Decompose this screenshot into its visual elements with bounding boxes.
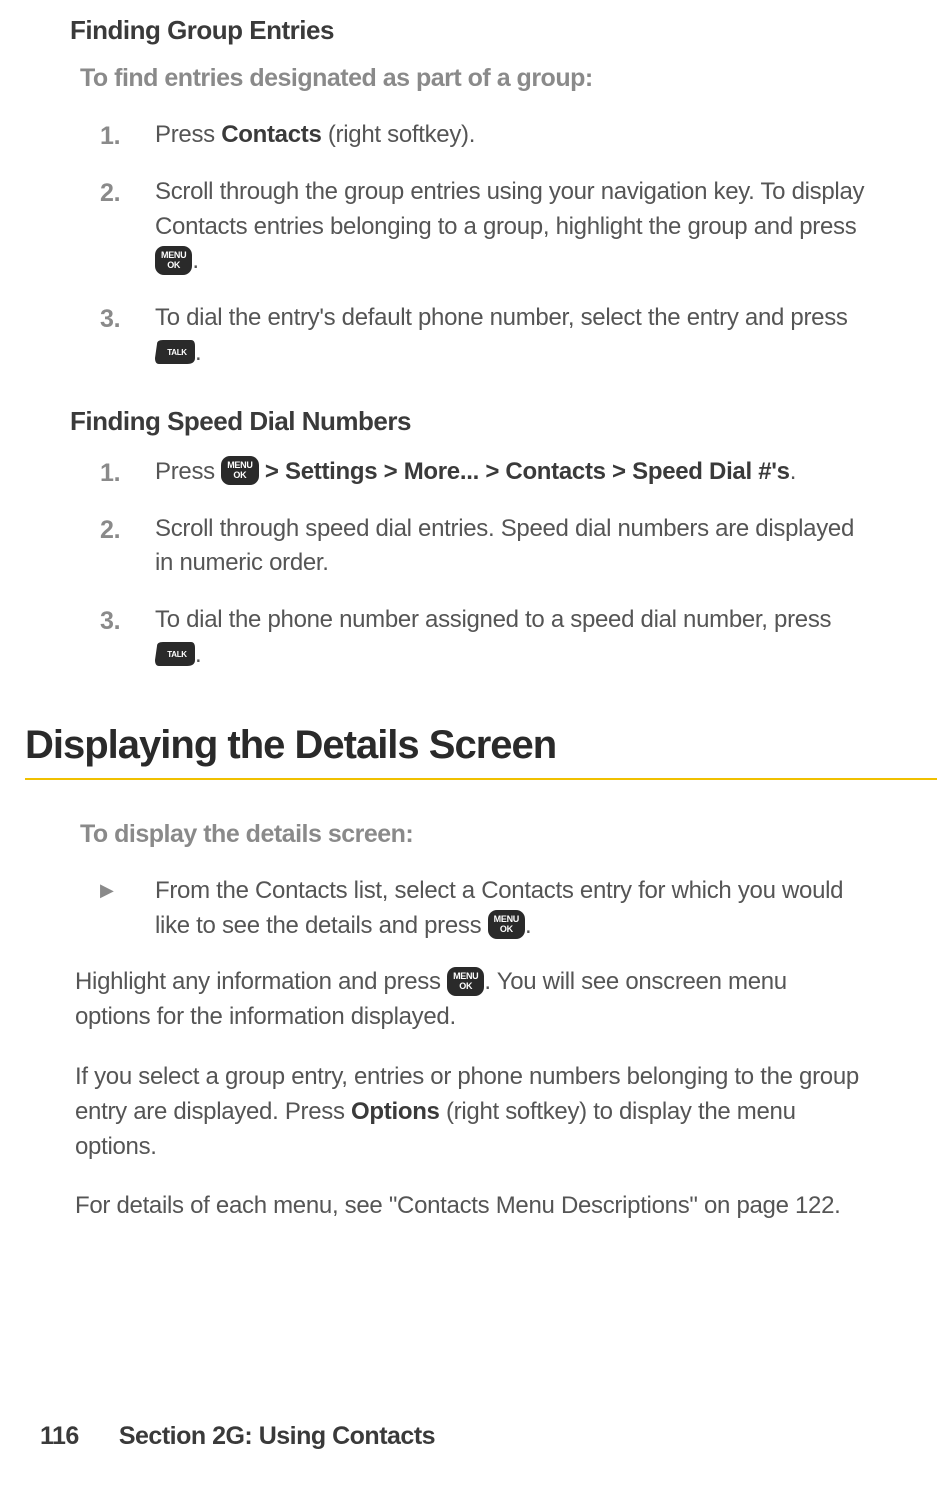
subsection-heading-speed-dial: Finding Speed Dial Numbers	[70, 406, 867, 437]
steps-group-entries: Press Contacts (right softkey). Scroll t…	[100, 118, 867, 371]
step-text: Scroll through the group entries using y…	[155, 178, 864, 240]
bullet-text: .	[525, 912, 531, 939]
footer: 116 Section 2G: Using Contacts	[40, 1422, 435, 1451]
step-item: Press MENUOK > Settings > More... > Cont…	[100, 455, 867, 490]
step-text: To dial the phone number assigned to a s…	[155, 606, 831, 633]
menu-ok-icon: MENUOK	[488, 910, 525, 939]
page-number: 116	[40, 1422, 79, 1450]
step-item: Press Contacts (right softkey).	[100, 118, 867, 153]
steps-speed-dial: Press MENUOK > Settings > More... > Cont…	[100, 455, 867, 673]
intro-text-displaying: To display the details screen:	[80, 820, 867, 849]
step-text: .	[195, 339, 201, 366]
para-text: For details of each menu, see "Contacts …	[75, 1192, 841, 1219]
step-text: .	[790, 458, 796, 485]
talk-icon: TALK	[155, 340, 195, 364]
step-text: Press	[155, 121, 221, 148]
heading-divider	[25, 778, 937, 780]
para-text: Highlight any information and press	[75, 968, 447, 995]
bullet-item: From the Contacts list, select a Contact…	[100, 874, 867, 944]
step-text: .	[195, 641, 201, 668]
step-bold: > Settings > More... > Contacts > Speed …	[265, 458, 790, 485]
menu-ok-icon: MENUOK	[155, 246, 192, 275]
svg-text:TALK: TALK	[167, 650, 187, 659]
step-text: To dial the entry's default phone number…	[155, 304, 848, 331]
step-text: (right softkey).	[322, 121, 476, 148]
menu-ok-icon: MENUOK	[447, 967, 484, 996]
menu-ok-icon: MENUOK	[221, 456, 258, 485]
main-heading-displaying: Displaying the Details Screen	[25, 723, 867, 768]
step-text: .	[192, 247, 198, 274]
svg-text:TALK: TALK	[167, 348, 187, 357]
talk-icon: TALK	[155, 642, 195, 666]
step-text: Scroll through speed dial entries. Speed…	[155, 515, 854, 577]
step-item: To dial the phone number assigned to a s…	[100, 603, 867, 673]
bullet-list-displaying: From the Contacts list, select a Contact…	[100, 874, 867, 944]
body-paragraph: Highlight any information and press MENU…	[75, 965, 867, 1035]
step-item: Scroll through the group entries using y…	[100, 175, 867, 279]
body-paragraph: If you select a group entry, entries or …	[75, 1060, 867, 1164]
para-bold: Options	[351, 1098, 440, 1125]
step-bold: Contacts	[221, 121, 321, 148]
body-paragraph: For details of each menu, see "Contacts …	[75, 1189, 867, 1224]
step-text: Press	[155, 458, 221, 485]
section-label: Section 2G: Using Contacts	[119, 1422, 435, 1450]
step-item: Scroll through speed dial entries. Speed…	[100, 512, 867, 582]
intro-text-group: To find entries designated as part of a …	[80, 64, 867, 93]
step-item: To dial the entry's default phone number…	[100, 301, 867, 371]
subsection-heading-group-entries: Finding Group Entries	[70, 15, 867, 46]
